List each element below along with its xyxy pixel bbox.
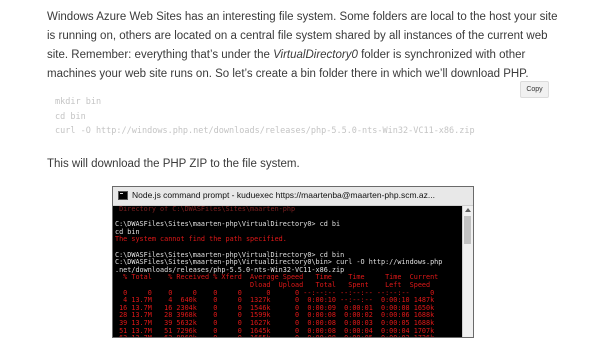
download-paragraph: This will download the PHP ZIP to the fi… <box>47 158 300 170</box>
console-screenshot: Node.js command prompt - kuduexec https:… <box>112 186 474 338</box>
console-window-icon <box>118 191 128 200</box>
virtual-directory-term: VirtualDirectory0 <box>273 49 358 61</box>
code-block: mkdir bin cd bin curl -O http://windows.… <box>47 85 555 145</box>
console-line: C:\DWASFiles\Sites\maarten-php\VirtualDi… <box>115 220 341 229</box>
code-line: mkdir bin <box>55 97 102 107</box>
copy-button[interactable]: Copy <box>520 81 549 98</box>
code-line: curl -O http://windows.php.net/downloads… <box>55 126 475 136</box>
console-titlebar: Node.js command prompt - kuduexec https:… <box>113 187 473 206</box>
console-output: Directory of C:\DWASFiles\Sites\maarten-… <box>115 206 463 337</box>
console-line: Directory of C:\DWASFiles\Sites\maarten-… <box>115 206 296 213</box>
console-scrollbar[interactable] <box>462 206 473 337</box>
scroll-up-arrow-icon[interactable] <box>465 208 471 212</box>
console-title: Node.js command prompt - kuduexec https:… <box>132 190 435 200</box>
console-line: The system cannot find the path specifie… <box>115 235 287 244</box>
scroll-thumb[interactable] <box>464 216 471 244</box>
intro-paragraph: Windows Azure Web Sites has an interesti… <box>47 8 567 84</box>
code-line: cd bin <box>55 112 86 122</box>
